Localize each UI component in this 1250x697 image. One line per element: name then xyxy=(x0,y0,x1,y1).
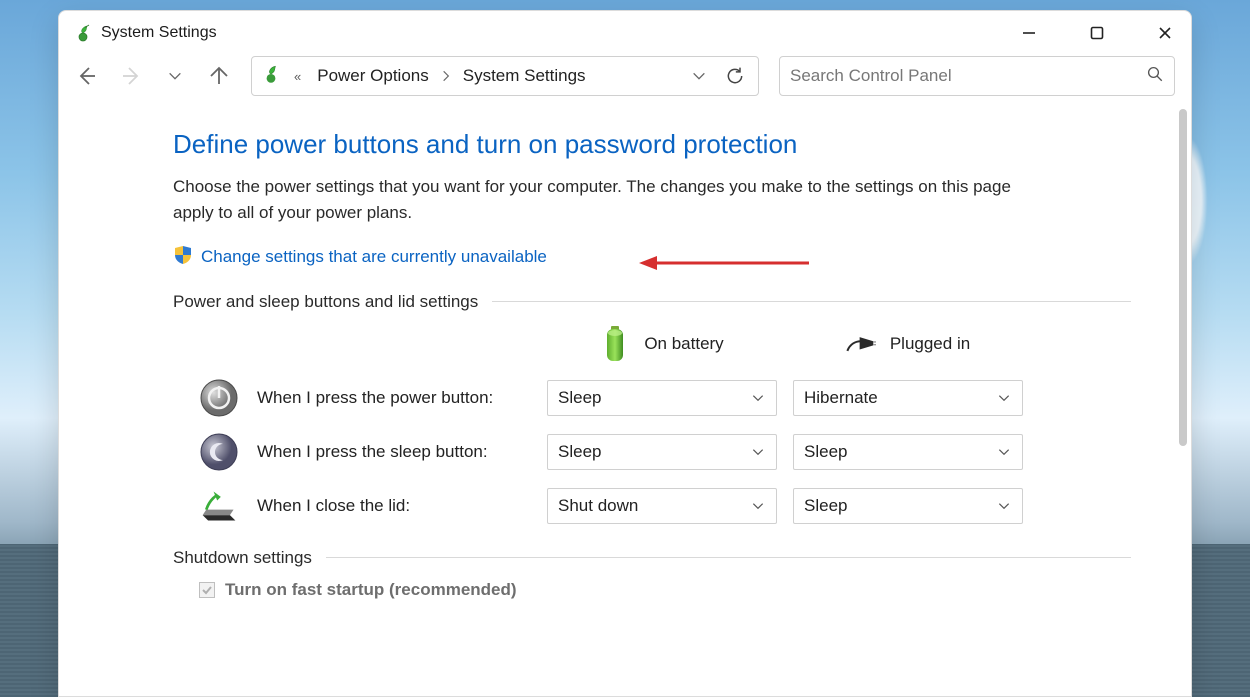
combo-value: Hibernate xyxy=(804,388,996,408)
breadcrumb-separator-icon xyxy=(439,69,453,83)
chevron-down-icon xyxy=(750,390,766,406)
maximize-button[interactable] xyxy=(1081,17,1113,49)
combo-value: Shut down xyxy=(558,496,750,516)
breadcrumb-overflow[interactable]: « xyxy=(288,69,307,84)
row-sleep-button-label: When I press the sleep button: xyxy=(257,442,488,462)
row-close-lid-label: When I close the lid: xyxy=(257,496,410,516)
page-heading: Define power buttons and turn on passwor… xyxy=(173,129,1131,160)
combo-close-lid-plugged[interactable]: Sleep xyxy=(793,488,1023,524)
close-lid-icon xyxy=(199,486,239,526)
power-button-icon xyxy=(199,378,239,418)
combo-value: Sleep xyxy=(558,442,750,462)
window-title: System Settings xyxy=(101,24,217,42)
chevron-down-icon xyxy=(750,444,766,460)
plug-icon xyxy=(846,324,876,364)
column-header-plugged-in: Plugged in xyxy=(793,324,1023,364)
page-description: Choose the power settings that you want … xyxy=(173,174,1033,227)
section-rule xyxy=(492,301,1131,302)
chevron-down-icon xyxy=(750,498,766,514)
annotation-arrow-icon xyxy=(639,255,809,271)
row-power-button-label: When I press the power button: xyxy=(257,388,493,408)
address-dropdown-button[interactable] xyxy=(684,61,714,91)
combo-value: Sleep xyxy=(558,388,750,408)
window-frame: System Settings xyxy=(58,10,1192,697)
minimize-button[interactable] xyxy=(1013,17,1045,49)
scrollbar-thumb[interactable] xyxy=(1179,109,1187,446)
sleep-button-icon xyxy=(199,432,239,472)
nav-row: « Power Options System Settings xyxy=(59,55,1191,103)
shield-icon xyxy=(173,245,193,270)
row-close-lid: When I close the lid: Shut down Sleep xyxy=(173,486,1131,526)
row-power-button: When I press the power button: Sleep Hib… xyxy=(173,378,1131,418)
header-on-battery-label: On battery xyxy=(644,334,723,354)
search-box[interactable] xyxy=(779,56,1175,96)
recent-locations-button[interactable] xyxy=(163,64,187,88)
fast-startup-row: Turn on fast startup (recommended) xyxy=(173,580,1131,600)
vertical-scrollbar[interactable] xyxy=(1179,109,1187,690)
search-input[interactable] xyxy=(790,66,1136,86)
search-icon[interactable] xyxy=(1146,65,1164,88)
row-sleep-button: When I press the sleep button: Sleep Sle… xyxy=(173,432,1131,472)
up-button[interactable] xyxy=(207,64,231,88)
fast-startup-checkbox[interactable] xyxy=(199,582,215,598)
close-button[interactable] xyxy=(1149,17,1181,49)
chevron-down-icon xyxy=(996,444,1012,460)
header-plugged-in-label: Plugged in xyxy=(890,334,970,354)
chevron-down-icon xyxy=(996,390,1012,406)
combo-power-button-plugged[interactable]: Hibernate xyxy=(793,380,1023,416)
section-legend-shutdown: Shutdown settings xyxy=(173,548,312,568)
fast-startup-label: Turn on fast startup (recommended) xyxy=(225,580,517,600)
breadcrumb-system-settings[interactable]: System Settings xyxy=(459,66,590,86)
combo-value: Sleep xyxy=(804,442,996,462)
chevron-down-icon xyxy=(996,498,1012,514)
back-button[interactable] xyxy=(75,64,99,88)
app-icon-small xyxy=(260,63,282,90)
battery-icon xyxy=(600,324,630,364)
column-header-on-battery: On battery xyxy=(547,324,777,364)
section-rule xyxy=(326,557,1131,558)
titlebar: System Settings xyxy=(59,11,1191,55)
refresh-button[interactable] xyxy=(720,61,750,91)
combo-value: Sleep xyxy=(804,496,996,516)
address-bar[interactable]: « Power Options System Settings xyxy=(251,56,759,96)
combo-power-button-battery[interactable]: Sleep xyxy=(547,380,777,416)
combo-sleep-button-plugged[interactable]: Sleep xyxy=(793,434,1023,470)
combo-close-lid-battery[interactable]: Shut down xyxy=(547,488,777,524)
forward-button[interactable] xyxy=(119,64,143,88)
app-icon xyxy=(73,23,93,43)
section-legend-power-sleep-lid: Power and sleep buttons and lid settings xyxy=(173,292,478,312)
combo-sleep-button-battery[interactable]: Sleep xyxy=(547,434,777,470)
breadcrumb-power-options[interactable]: Power Options xyxy=(313,66,433,86)
admin-link[interactable]: Change settings that are currently unava… xyxy=(201,247,547,267)
